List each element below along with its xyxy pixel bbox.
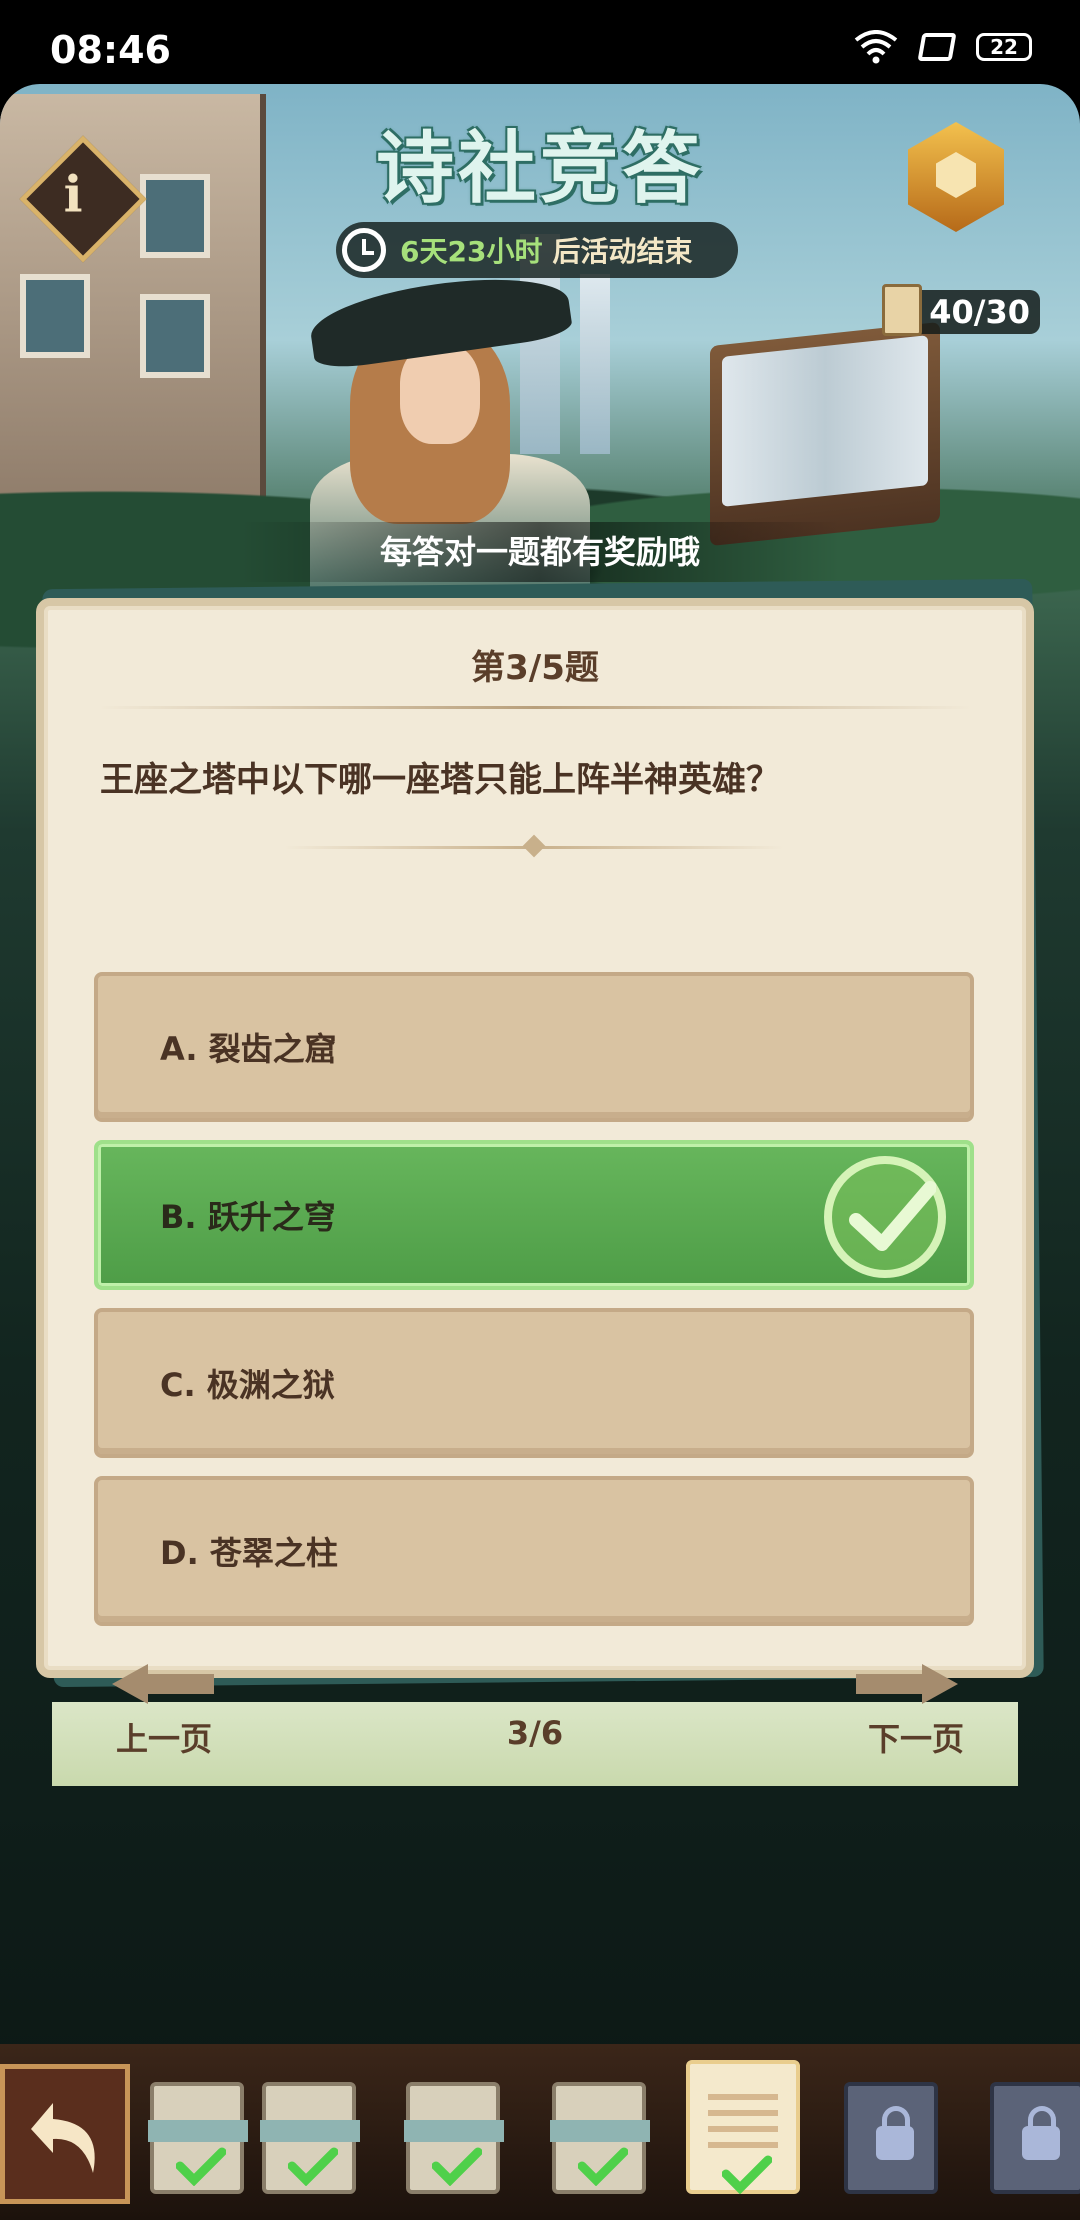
ornament-divider xyxy=(284,846,784,849)
question-card-3[interactable] xyxy=(404,2082,504,2194)
event-timer: 6天23小时 后活动结束 xyxy=(336,222,738,278)
check-icon xyxy=(288,2147,338,2186)
info-icon: i xyxy=(63,164,83,224)
quiz-card: 第3/5题 王座之塔中以下哪一座塔只能上阵半神英雄？ A. 裂齿之窟 B. 跃升… xyxy=(36,598,1034,1786)
question-card-4[interactable] xyxy=(550,2082,650,2194)
prev-arrow-icon[interactable] xyxy=(108,1660,218,1708)
check-icon xyxy=(578,2147,628,2186)
option-d[interactable]: D. 苍翠之柱 xyxy=(94,1476,974,1626)
status-bar: 08:46 22 xyxy=(0,0,1080,84)
question-card-1[interactable] xyxy=(148,2082,248,2194)
card-band xyxy=(404,2120,504,2142)
option-a[interactable]: A. 裂齿之窟 xyxy=(94,972,974,1122)
question-number: 第3/5题 xyxy=(471,648,599,688)
card-band xyxy=(148,2120,248,2142)
next-page-button[interactable]: 下一页 xyxy=(868,1714,964,1760)
status-time: 08:46 xyxy=(50,28,171,72)
back-arrow-icon xyxy=(31,2103,95,2173)
next-arrow-icon[interactable] xyxy=(852,1660,962,1708)
wifi-icon xyxy=(854,30,898,64)
option-b[interactable]: B. 跃升之穹 xyxy=(94,1140,974,1290)
lock-icon xyxy=(876,2106,914,2160)
house-window xyxy=(20,274,90,358)
house-window xyxy=(140,294,210,378)
timer-days: 6天23小时 xyxy=(400,235,543,268)
open-book-illustration xyxy=(710,321,940,547)
sim-icon xyxy=(917,33,957,61)
correct-check-icon xyxy=(824,1156,946,1278)
card-band xyxy=(260,2120,360,2142)
option-label: B. 跃升之穹 xyxy=(160,1198,336,1236)
trophy-emblem-icon xyxy=(908,122,1004,232)
timer-suffix: 后活动结束 xyxy=(552,235,693,268)
battery-level: 22 xyxy=(990,35,1018,59)
status-icons: 22 xyxy=(854,30,1032,64)
card-lines xyxy=(708,2094,778,2100)
check-icon xyxy=(432,2147,482,2186)
question-card-2[interactable] xyxy=(260,2082,360,2194)
book-pages xyxy=(722,335,928,507)
game-screen: 诗社竞答 i 6天23小时 后活动结束 40/30 每答对一题都有奖励哦 第3/… xyxy=(0,84,1080,2220)
option-label: A. 裂齿之窟 xyxy=(160,1030,337,1068)
question-text: 王座之塔中以下哪一座塔只能上阵半神英雄？ xyxy=(100,760,780,800)
reward-hint: 每答对一题都有奖励哦 xyxy=(240,522,840,582)
option-label: D. 苍翠之柱 xyxy=(160,1534,338,1572)
battery-icon: 22 xyxy=(976,33,1032,61)
question-card-6-locked[interactable] xyxy=(844,2082,938,2194)
question-card-5-current[interactable] xyxy=(686,2060,800,2194)
option-label: C. 极渊之狱 xyxy=(160,1366,335,1404)
character-face xyxy=(400,344,480,444)
scroll-icon xyxy=(882,284,922,336)
card-band xyxy=(550,2120,650,2142)
clock-icon xyxy=(342,228,386,272)
header-divider xyxy=(98,706,972,709)
check-icon xyxy=(176,2147,226,2186)
reward-badge[interactable]: 40/30 xyxy=(880,122,1040,336)
lock-icon xyxy=(1022,2106,1060,2160)
check-icon xyxy=(722,2155,772,2194)
option-c[interactable]: C. 极渊之狱 xyxy=(94,1308,974,1458)
question-card-7-locked[interactable] xyxy=(990,2082,1080,2194)
back-button[interactable] xyxy=(0,2064,130,2204)
